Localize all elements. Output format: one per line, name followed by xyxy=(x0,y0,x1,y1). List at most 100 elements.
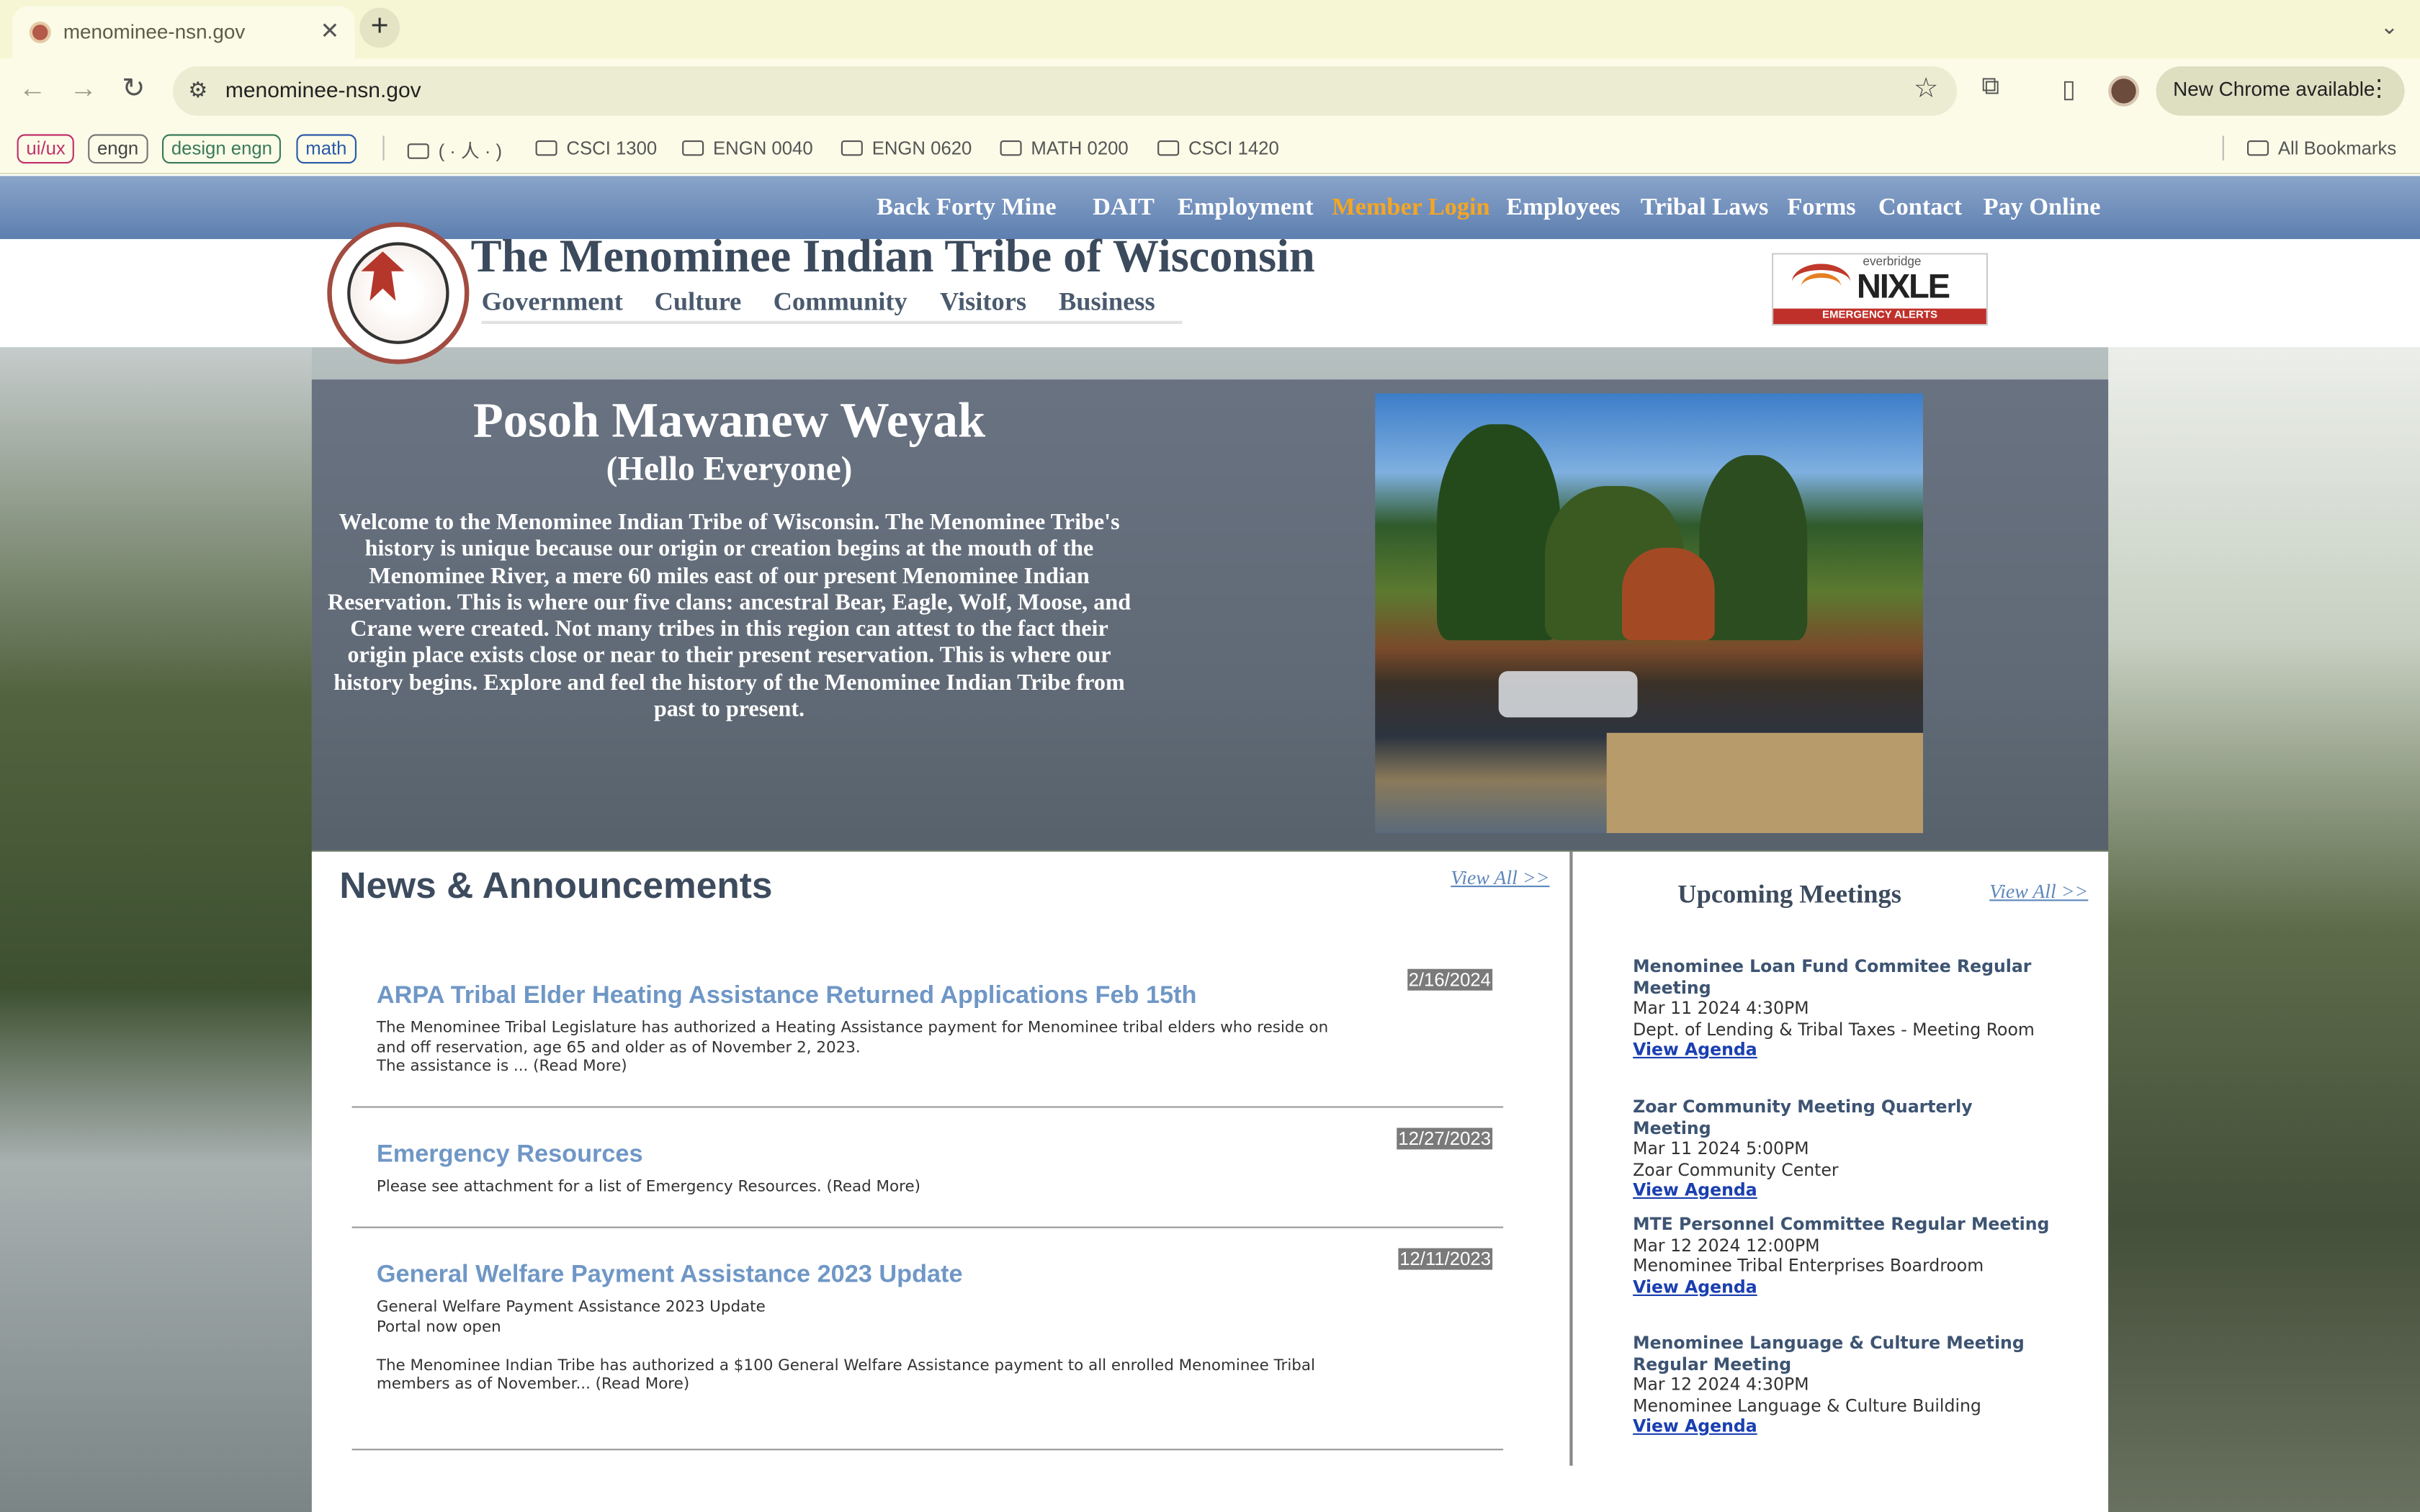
nav-tribal-laws[interactable]: Tribal Laws xyxy=(1641,194,1768,222)
view-agenda-link[interactable]: View Agenda xyxy=(1633,1277,2050,1297)
nav-member-login[interactable]: Member Login xyxy=(1332,194,1489,222)
nixle-name: NIXLE xyxy=(1856,266,1950,306)
section-navigation: Government Culture Community Visitors Bu… xyxy=(481,287,1183,324)
meeting-title: Menominee Loan Fund Commitee Regular Mee… xyxy=(1633,956,2032,998)
extensions-icon[interactable]: ⧉ xyxy=(1981,74,1999,102)
bookmark-folder[interactable]: ( · 人 · ) xyxy=(407,138,502,163)
news-date: 2/16/2024 xyxy=(1407,968,1493,991)
news-heading: News & Announcements xyxy=(339,865,773,907)
forward-icon[interactable]: → xyxy=(69,73,97,105)
news-title-link[interactable]: Emergency Resources xyxy=(377,1142,643,1170)
site-header: The Menominee Indian Tribe of Wisconsin … xyxy=(0,222,2420,364)
bookmark-separator xyxy=(2222,135,2224,161)
bookmark-star-icon[interactable]: ☆ xyxy=(1914,73,1939,105)
tribal-seal-logo[interactable] xyxy=(327,222,470,364)
bookmark-chip-engn[interactable]: engn xyxy=(88,134,148,164)
bookmark-folder[interactable]: MATH 0200 xyxy=(1000,138,1129,159)
meeting-item: Zoar Community Meeting Quarterly Meeting… xyxy=(1633,1097,2050,1202)
subnav-culture[interactable]: Culture xyxy=(655,287,742,318)
menu-dots-icon[interactable]: ⋮ xyxy=(2367,74,2390,102)
news-excerpt: The Menominee Tribal Legislature has aut… xyxy=(377,1020,1334,1077)
news-date: 12/11/2023 xyxy=(1398,1248,1493,1270)
hero-title: Posoh Mawanew Weyak xyxy=(472,392,986,448)
site-title[interactable]: The Menominee Indian Tribe of Wisconsin xyxy=(471,231,1315,284)
reload-icon[interactable]: ↻ xyxy=(122,73,145,105)
news-item: Emergency Resources 12/27/2023 Please se… xyxy=(351,1126,1504,1228)
meeting-item: MTE Personnel Committee Regular Meeting … xyxy=(1633,1214,2050,1297)
read-more-link[interactable]: The Menominee Indian Tribe has authorize… xyxy=(377,1357,1334,1396)
nav-contact[interactable]: Contact xyxy=(1878,194,1962,222)
river-photo xyxy=(1375,393,1923,834)
nav-employment[interactable]: Employment xyxy=(1178,194,1314,222)
meeting-location: Zoar Community Center xyxy=(1633,1159,1839,1180)
side-panel-icon[interactable]: ▯ xyxy=(2062,74,2076,105)
folder-icon xyxy=(1000,140,1022,156)
folder-icon xyxy=(682,140,704,156)
nav-forms[interactable]: Forms xyxy=(1787,194,1855,222)
nixle-emergency-alerts-banner[interactable]: everbridge NIXLE EMERGENCY ALERTS xyxy=(1772,253,1988,326)
close-icon[interactable]: ✕ xyxy=(320,17,339,45)
favicon-icon xyxy=(29,22,51,43)
news-title-link[interactable]: ARPA Tribal Elder Heating Assistance Ret… xyxy=(377,983,1197,1011)
bookmark-folder[interactable]: CSCI 1420 xyxy=(1157,138,1279,159)
background-left-waterfall xyxy=(0,347,312,1512)
meetings-view-all-link[interactable]: View All >> xyxy=(1989,879,2088,904)
nav-dait[interactable]: DAIT xyxy=(1093,194,1155,222)
meeting-title: Zoar Community Meeting Quarterly Meeting xyxy=(1633,1097,1973,1138)
subnav-business[interactable]: Business xyxy=(1059,287,1155,318)
news-view-all-link[interactable]: View All >> xyxy=(1451,865,1549,890)
subnav-community[interactable]: Community xyxy=(774,287,908,318)
photo-tree xyxy=(1436,424,1561,641)
subnav-government[interactable]: Government xyxy=(482,287,623,318)
new-chrome-label: New Chrome available xyxy=(2173,77,2375,101)
browser-tab[interactable]: menominee-nsn.gov ✕ xyxy=(12,6,355,59)
column-divider xyxy=(1569,851,1573,1466)
tab-title: menominee-nsn.gov xyxy=(63,19,246,44)
screen: menominee-nsn.gov ✕ + ⌄ ← → ↻ ⚙ menomine… xyxy=(0,0,2420,1512)
new-chrome-button[interactable]: New Chrome available ⋮ xyxy=(2156,66,2405,116)
top-navigation: Back Forty Mine DAIT Employment Member L… xyxy=(0,176,2420,240)
news-title-link[interactable]: General Welfare Payment Assistance 2023 … xyxy=(377,1262,963,1290)
photo-tree xyxy=(1699,455,1808,641)
nav-pay-online[interactable]: Pay Online xyxy=(1984,194,2101,222)
nav-back-forty-mine[interactable]: Back Forty Mine xyxy=(877,194,1056,222)
view-agenda-link[interactable]: View Agenda xyxy=(1633,1040,2050,1061)
nixle-wave-icon-inner xyxy=(1801,273,1842,301)
url-text[interactable]: menominee-nsn.gov xyxy=(225,77,421,102)
view-agenda-link[interactable]: View Agenda xyxy=(1633,1180,2050,1201)
site-info-icon[interactable]: ⚙ xyxy=(188,77,207,103)
bookmark-chip-math[interactable]: math xyxy=(296,134,357,164)
welcome-hero: Posoh Mawanew Weyak (Hello Everyone) Wel… xyxy=(311,379,2109,850)
photo-autumn-foliage xyxy=(1622,547,1715,641)
meeting-location: Menominee Tribal Enterprises Boardroom xyxy=(1633,1256,1984,1277)
meeting-time: Mar 11 2024 5:00PM xyxy=(1633,1138,1809,1159)
back-icon[interactable]: ← xyxy=(19,73,47,105)
read-more-link[interactable]: The assistance is ... (Read More) xyxy=(377,1058,1334,1078)
photo-grass xyxy=(1606,732,1923,834)
meeting-title: MTE Personnel Committee Regular Meeting xyxy=(1633,1214,2050,1235)
read-more-link[interactable]: Please see attachment for a list of Emer… xyxy=(377,1179,1334,1198)
meeting-title: Menominee Language & Culture Meeting Reg… xyxy=(1633,1333,2025,1374)
view-agenda-link[interactable]: View Agenda xyxy=(1633,1416,2050,1437)
news-excerpt: Please see attachment for a list of Emer… xyxy=(377,1179,1334,1198)
meeting-time: Mar 12 2024 12:00PM xyxy=(1633,1235,1820,1256)
bookmarks-bar: ui/ux engn design engn math ( · 人 · ) CS… xyxy=(0,123,2420,175)
bookmark-folder[interactable]: CSCI 1300 xyxy=(535,138,657,159)
bookmark-chip-design-engn[interactable]: design engn xyxy=(162,134,282,164)
folder-icon xyxy=(407,143,429,159)
bookmark-chip-uiux[interactable]: ui/ux xyxy=(17,134,75,164)
new-tab-button[interactable]: + xyxy=(359,7,400,48)
profile-avatar[interactable] xyxy=(2108,76,2139,107)
web-page: Back Forty Mine DAIT Employment Member L… xyxy=(0,176,2420,1512)
folder-icon xyxy=(1157,140,1180,156)
news-item: ARPA Tribal Elder Heating Assistance Ret… xyxy=(351,960,1504,1108)
subnav-visitors[interactable]: Visitors xyxy=(940,287,1026,318)
meetings-heading: Upcoming Meetings xyxy=(1677,879,1901,909)
bookmark-folder[interactable]: ENGN 0040 xyxy=(682,138,813,159)
all-bookmarks[interactable]: All Bookmarks xyxy=(2247,138,2396,159)
address-bar[interactable]: ⚙ menominee-nsn.gov ☆ xyxy=(173,66,1958,116)
tab-search-icon[interactable]: ⌄ xyxy=(2380,14,2398,40)
nav-employees[interactable]: Employees xyxy=(1506,194,1620,222)
bookmark-folder[interactable]: ENGN 0620 xyxy=(841,138,972,159)
folder-icon xyxy=(841,140,863,156)
